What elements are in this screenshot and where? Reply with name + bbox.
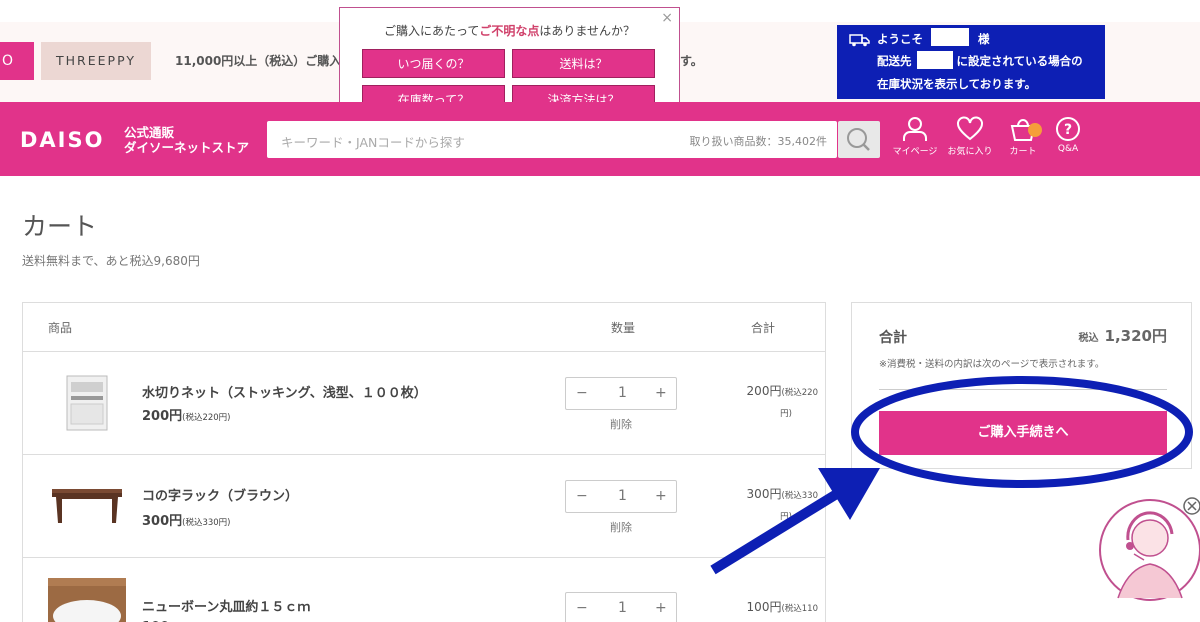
minus-icon[interactable]: −	[576, 600, 588, 616]
question-icon: ?	[1056, 117, 1080, 141]
tax-note: ※消費税・送料の内訳は次のページで表示されます。	[879, 359, 1105, 370]
search-button[interactable]	[838, 121, 880, 158]
logo-subtitle: 公式通販 ダイソーネットストア	[124, 125, 249, 155]
search-input[interactable]: キーワード・JANコードから探す 取り扱い商品数：35,402件	[267, 121, 837, 158]
price-value: 300円	[142, 514, 183, 529]
page-title: カート	[22, 212, 98, 241]
price-value: 200円	[142, 409, 183, 424]
quantity-stepper[interactable]: − 1 +	[565, 480, 677, 513]
subtotal-value: 100円	[746, 600, 782, 614]
product-price: 300円(税込330円)	[142, 510, 231, 529]
faq-title: ご購入にあたってご不明な点はありませんか？	[340, 22, 679, 39]
faq-title-suffix: はありませんか？	[539, 24, 636, 38]
subtotal-value: 200円	[746, 384, 782, 398]
plus-icon[interactable]: +	[655, 488, 667, 504]
redacted-address	[917, 51, 953, 69]
subtotal-value: 300円	[746, 487, 782, 501]
cart-count-badge	[1028, 123, 1042, 137]
welcome-honorific: 様	[978, 32, 990, 46]
product-count: 取り扱い商品数：35,402件	[689, 135, 828, 148]
product-image-net	[66, 375, 108, 431]
product-name[interactable]: ニューボーン丸皿約１５ｃｍ	[142, 596, 310, 615]
subtotal-tax-end: 円)	[780, 409, 792, 419]
faq-title-highlight: ご不明な点	[479, 24, 540, 38]
promo-tab-left[interactable]: O	[0, 42, 34, 80]
user-icon	[903, 117, 927, 141]
product-name[interactable]: 水切りネット（ストッキング、浅型、１００枚）	[142, 382, 427, 401]
subtotal-tax: (税込220	[781, 388, 818, 398]
row-subtotal: 100円(税込110	[713, 598, 818, 619]
support-close-icon	[1183, 497, 1200, 515]
product-price: 200円(税込220円)	[142, 405, 231, 424]
row-subtotal: 300円(税込330 円)	[713, 485, 818, 527]
qa-link[interactable]: ? Q&A	[1041, 116, 1095, 154]
order-summary: 合計 税込 1,320円 ※消費税・送料の内訳は次のページで表示されます。 ご購入…	[851, 302, 1192, 469]
total-label: 合計	[879, 330, 907, 346]
subtotal-tax-end: 円)	[780, 512, 792, 522]
welcome-greeting: ようこそ	[877, 32, 923, 46]
subtotal-tax: (税込330	[781, 491, 818, 501]
search-icon	[847, 128, 870, 151]
plus-icon[interactable]: +	[655, 600, 667, 616]
minus-icon[interactable]: −	[576, 385, 588, 401]
daiso-logo[interactable]: DAISO	[20, 128, 104, 152]
quantity-stepper[interactable]: − 1 +	[565, 592, 677, 622]
qa-label: Q&A	[1057, 144, 1079, 154]
logo-subtitle-line-1: 公式通販	[124, 125, 175, 140]
truck-icon	[849, 34, 870, 47]
product-image-rack	[52, 489, 122, 523]
welcome-box: ようこそ 様 配送先 に設定されている場合の 在庫状況を表示しております。	[837, 25, 1105, 99]
plus-icon[interactable]: +	[655, 385, 667, 401]
search-placeholder: キーワード・JANコードから探す	[281, 135, 465, 150]
subtotal-tax: (税込110	[781, 604, 818, 614]
tab-threeppy[interactable]: THREEPPY	[41, 42, 151, 80]
cart-table: 商品 数量 合計 水切りネット（ストッキング、浅型、１００枚） 200円(税込2…	[22, 302, 826, 622]
svg-text:?: ?	[1064, 122, 1072, 138]
welcome-line-2: 配送先 に設定されている場合の	[877, 53, 1083, 69]
redacted-name	[931, 28, 969, 46]
total-amount: 1,320円	[1104, 327, 1167, 345]
total-value: 税込 1,320円	[1079, 325, 1167, 346]
row-subtotal: 200円(税込220 円)	[713, 382, 818, 424]
divider	[879, 389, 1167, 390]
table-row: 水切りネット（ストッキング、浅型、１００枚） 200円(税込220円) − 1 …	[23, 351, 825, 454]
header-quantity: 数量	[611, 321, 636, 335]
price-tax: (税込330円)	[182, 518, 231, 528]
free-shipping-notice: 送料無料まで、あと税込9,680円	[22, 254, 200, 268]
cart-label: カート	[1009, 147, 1037, 157]
support-avatar-icon	[1099, 499, 1200, 601]
total-tax-label: 税込	[1078, 333, 1099, 344]
promo-text-end: す。	[680, 54, 703, 68]
faq-button-shipping[interactable]: 送料は？	[512, 49, 655, 78]
mypage-link[interactable]: マイページ	[888, 116, 942, 157]
table-row: ニューボーン丸皿約１５ｃｍ 100 − 1 + 100円(税込110	[23, 557, 825, 622]
welcome-address-prefix: 配送先	[877, 54, 912, 68]
faq-title-prefix: ご購入にあたって	[383, 24, 480, 38]
quantity-value: 1	[618, 488, 627, 504]
minus-icon[interactable]: −	[576, 488, 588, 504]
faq-button-delivery[interactable]: いつ届くの？	[362, 49, 505, 78]
site-header: DAISO 公式通販 ダイソーネットストア キーワード・JANコードから探す 取…	[0, 102, 1200, 176]
quantity-stepper[interactable]: − 1 +	[565, 377, 677, 410]
product-name[interactable]: コの字ラック（ブラウン）	[142, 485, 298, 504]
promo-text: 11,000円以上（税込）ご購入	[175, 54, 342, 68]
mypage-label: マイページ	[892, 147, 938, 157]
logo-subtitle-line-2: ダイソーネットストア	[124, 140, 250, 155]
favorites-link[interactable]: お気に入り	[943, 116, 997, 157]
welcome-address-suffix: に設定されている場合の	[956, 54, 1083, 68]
quantity-value: 1	[618, 600, 627, 616]
quantity-value: 1	[618, 385, 627, 401]
checkout-button[interactable]: ご購入手続きへ	[879, 411, 1167, 455]
heart-icon	[957, 116, 983, 141]
header-subtotal: 合計	[751, 321, 776, 335]
delete-link[interactable]: 削除	[610, 519, 632, 535]
price-tax: (税込220円)	[182, 413, 231, 423]
delete-link[interactable]: 削除	[610, 416, 632, 432]
close-icon[interactable]: ×	[661, 10, 673, 26]
favorites-label: お気に入り	[947, 147, 993, 157]
header-product: 商品	[48, 321, 73, 335]
table-row: コの字ラック（ブラウン） 300円(税込330円) − 1 + 削除 300円(…	[23, 454, 825, 557]
welcome-line-3: 在庫状況を表示しております。	[877, 77, 1037, 91]
product-image-plate	[48, 578, 126, 622]
